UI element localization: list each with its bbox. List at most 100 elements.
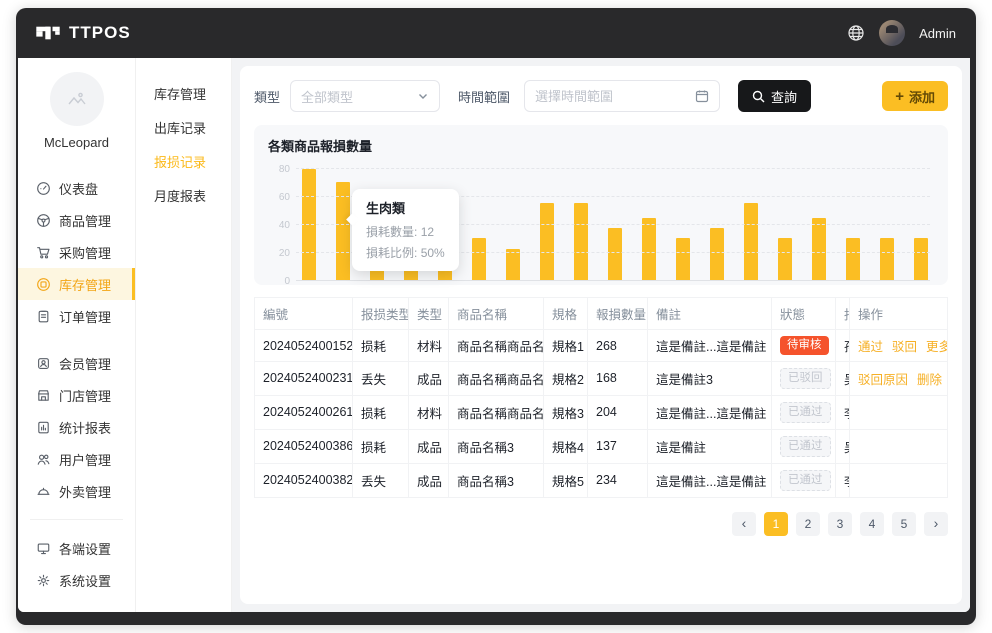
status-badge: 已驳回	[780, 368, 831, 389]
sidebar-item-inventory[interactable]: 库存管理	[18, 268, 135, 300]
submenu-item-monthly-reports[interactable]: 月度报表	[136, 180, 231, 214]
pagination-page-5[interactable]: 5	[892, 512, 916, 536]
sidebar-item-users[interactable]: 用户管理	[18, 443, 135, 475]
sidebar-item-dashboard[interactable]: 仪表盘	[18, 172, 135, 204]
time-range-input[interactable]	[535, 89, 695, 104]
sidebar-item-members[interactable]: 会员管理	[18, 347, 135, 379]
app-logo: TTPOS	[36, 23, 131, 43]
pagination-page-1[interactable]: 1	[764, 512, 788, 536]
column-header: 报	[836, 298, 850, 330]
submenu-item-outbound-records[interactable]: 出库记录	[136, 112, 231, 146]
sidebar-item-label: 统计报表	[59, 418, 111, 437]
merchant-avatar[interactable]	[50, 72, 104, 126]
sidebar-item-reports[interactable]: 统计报表	[18, 411, 135, 443]
chart-bar[interactable]	[608, 228, 622, 281]
cell-note: 這是備註	[648, 429, 772, 463]
chevron-down-icon	[417, 90, 429, 102]
pagination-next-button[interactable]: ›	[924, 512, 948, 536]
chart-bar[interactable]	[676, 238, 690, 281]
pagination-prev-button[interactable]: ‹	[732, 512, 756, 536]
calendar-icon	[695, 89, 709, 103]
sidebar-item-client-settings[interactable]: 各端设置	[18, 532, 135, 564]
cell-status: 已驳回	[772, 362, 836, 396]
cell-spec: 規格3	[544, 395, 588, 429]
cell-spec: 規格4	[544, 429, 588, 463]
cell-id: 20240524003826	[255, 463, 353, 497]
cell-qty: 204	[588, 395, 648, 429]
sidebar-item-label: 仪表盘	[59, 179, 98, 198]
chart-bar[interactable]	[710, 228, 724, 281]
sidebar-item-label: 会员管理	[59, 354, 111, 373]
chart-bar[interactable]	[914, 238, 928, 281]
time-range-picker[interactable]	[524, 80, 720, 112]
cell-qty: 168	[588, 362, 648, 396]
chart-bar[interactable]	[642, 218, 656, 281]
sidebar-item-stores[interactable]: 门店管理	[18, 379, 135, 411]
sidebar-item-label: 门店管理	[59, 386, 111, 405]
sidebar-item-system-settings[interactable]: 系统设置	[18, 564, 135, 596]
sidebar-item-goods[interactable]: 商品管理	[18, 204, 135, 236]
pagination-page-3[interactable]: 3	[828, 512, 852, 536]
members-icon	[36, 356, 51, 371]
type-select[interactable]: 全部類型	[290, 80, 440, 112]
column-header: 商品名稱	[449, 298, 544, 330]
submenu-item-inventory-mgmt[interactable]: 库存管理	[136, 78, 231, 112]
pagination-page-4[interactable]: 4	[860, 512, 884, 536]
action-link[interactable]: 删除	[917, 373, 942, 387]
reports-icon	[36, 420, 51, 435]
column-header: 規格	[544, 298, 588, 330]
cell-note: 這是備註3	[648, 362, 772, 396]
cell-status: 待审核	[772, 330, 836, 362]
cell-loss-type: 丢失	[353, 463, 409, 497]
column-header: 操作	[850, 298, 948, 330]
action-link[interactable]: 更多	[926, 340, 947, 354]
cell-product-name: 商品名稱3	[449, 463, 544, 497]
sidebar-item-label: 各端设置	[59, 539, 111, 558]
primary-menu: 仪表盘商品管理采购管理库存管理订单管理会员管理门店管理统计报表用户管理外卖管理各…	[18, 172, 135, 596]
add-button[interactable]: + 添加	[882, 81, 948, 111]
plus-icon: +	[895, 89, 904, 104]
chart-bar[interactable]	[472, 238, 486, 281]
type-filter-label: 類型	[254, 87, 280, 106]
action-link[interactable]: 通过	[858, 340, 883, 354]
chart-bar[interactable]	[302, 169, 316, 281]
cell-loss-type: 丢失	[353, 362, 409, 396]
status-badge: 待审核	[780, 336, 829, 355]
action-link[interactable]: 驳回原因	[858, 373, 908, 387]
chart-bar[interactable]	[812, 218, 826, 281]
orders-icon	[36, 309, 51, 324]
table-header-row: 編號报损类型类型商品名稱規格報損數量備註狀態报操作	[255, 298, 948, 330]
chart-bar[interactable]	[574, 203, 588, 281]
chart-bar[interactable]	[744, 203, 758, 281]
sidebar-item-orders[interactable]: 订单管理	[18, 300, 135, 332]
y-axis-tick-label: 20	[268, 248, 290, 259]
action-link[interactable]: 驳回	[892, 340, 917, 354]
chart-bar[interactable]	[506, 249, 520, 281]
table-row: 20240524002616损耗材料商品名稱商品名稱...商品名稱商品名稱規格3…	[255, 395, 948, 429]
column-header: 报损类型	[353, 298, 409, 330]
chart-bar[interactable]	[846, 238, 860, 281]
cell-loss-type: 损耗	[353, 429, 409, 463]
table-row: 20240524003868损耗成品商品名稱3規格4137這是備註已通过吴	[255, 429, 948, 463]
cell-id: 20240524003868	[255, 429, 353, 463]
admin-avatar[interactable]	[879, 20, 905, 46]
cell-actions	[850, 429, 948, 463]
main-area: 類型 全部類型 時間範圍 查詢	[232, 58, 970, 612]
search-button[interactable]: 查詢	[738, 80, 811, 112]
submenu-item-loss-records[interactable]: 报损记录	[136, 146, 231, 180]
tooltip-line: 損耗數量: 12	[366, 223, 445, 240]
sidebar-item-purchase[interactable]: 采购管理	[18, 236, 135, 268]
menu-divider	[30, 519, 123, 520]
column-header: 編號	[255, 298, 353, 330]
chart-bar[interactable]	[880, 238, 894, 281]
sidebar-item-takeout[interactable]: 外卖管理	[18, 475, 135, 507]
loss-quantity-chart: 各類商品報損數量 生肉類 損耗數量: 12 損耗比例: 50% 02040608…	[254, 125, 948, 285]
cell-status: 已通过	[772, 395, 836, 429]
chart-title: 各類商品報損數量	[268, 136, 934, 155]
chart-bar[interactable]	[540, 203, 554, 281]
language-globe-icon[interactable]	[847, 24, 865, 42]
cell-product-name: 商品名稱商品名稱...商品名稱商品名稱	[449, 395, 544, 429]
pagination-page-2[interactable]: 2	[796, 512, 820, 536]
chart-bar[interactable]	[778, 238, 792, 281]
cell-actions: 驳回原因删除	[850, 362, 948, 396]
